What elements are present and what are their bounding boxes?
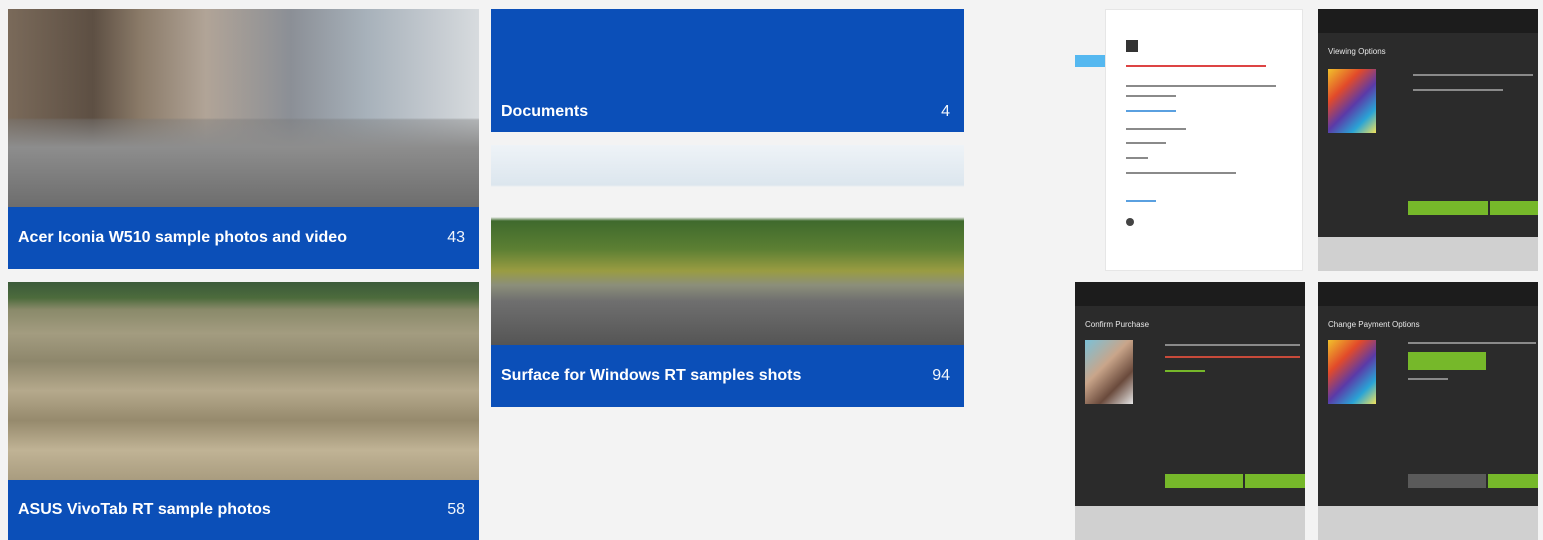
plaza-photo xyxy=(491,145,964,345)
green-button[interactable] xyxy=(1245,474,1305,488)
tile-count: 58 xyxy=(447,501,465,518)
app-bar xyxy=(1318,9,1538,33)
tile-title: ASUS VivoTab RT sample photos xyxy=(18,501,271,518)
tile-title: Surface for Windows RT samples shots xyxy=(501,367,802,384)
tile-title: Documents xyxy=(501,103,589,120)
screen-title: Change Payment Options xyxy=(1328,320,1420,329)
green-button[interactable] xyxy=(1488,474,1538,488)
tile-count: 94 xyxy=(932,367,950,384)
avatar xyxy=(1126,40,1138,52)
text-line xyxy=(1126,172,1236,174)
tile-asus-vivotab[interactable]: ASUS VivoTab RT sample photos 58 xyxy=(8,282,479,540)
text-line xyxy=(1413,74,1533,76)
tile-acer-iconia[interactable]: Acer Iconia W510 sample photos and video… xyxy=(8,9,479,269)
bottom-strip xyxy=(1075,506,1305,540)
text-line xyxy=(1165,356,1300,358)
cover-art xyxy=(1085,340,1133,404)
bottom-strip xyxy=(1318,506,1538,540)
street-photo xyxy=(8,9,479,207)
text-line xyxy=(1408,378,1448,380)
field-photo xyxy=(8,282,479,480)
text-line xyxy=(1126,110,1176,112)
green-button[interactable] xyxy=(1490,201,1538,215)
screen-title: Confirm Purchase xyxy=(1085,320,1150,329)
tile-caption: Acer Iconia W510 sample photos and video… xyxy=(8,207,479,269)
app-bar xyxy=(1318,282,1538,306)
app-bar xyxy=(1075,282,1305,306)
screenshot-confirm-purchase[interactable]: Confirm Purchase xyxy=(1075,282,1305,540)
tile-surface-rt[interactable]: Surface for Windows RT samples shots 94 xyxy=(491,145,964,407)
tile-documents[interactable]: Documents 4 xyxy=(491,9,964,132)
tile-caption: Surface for Windows RT samples shots 94 xyxy=(491,345,964,407)
text-line xyxy=(1126,65,1266,67)
text-line xyxy=(1413,89,1503,91)
green-button[interactable] xyxy=(1408,201,1488,215)
pointer-marker xyxy=(1075,55,1105,67)
screenshot-account-form[interactable] xyxy=(1105,9,1303,271)
screen-title: Viewing Options xyxy=(1328,47,1386,56)
text-line xyxy=(1165,344,1300,346)
screenshot-viewing-options[interactable]: Viewing Options xyxy=(1318,9,1538,271)
grey-button[interactable] xyxy=(1408,474,1486,488)
tile-count: 4 xyxy=(941,103,950,120)
cover-art xyxy=(1328,340,1376,404)
text-line xyxy=(1408,342,1536,344)
tile-caption: ASUS VivoTab RT sample photos 58 xyxy=(8,480,479,540)
text-line xyxy=(1126,95,1176,97)
text-line xyxy=(1165,370,1205,372)
tile-caption: Documents 4 xyxy=(491,92,964,132)
text-line xyxy=(1126,85,1276,87)
cover-art xyxy=(1328,69,1376,133)
radio-icon xyxy=(1126,218,1134,226)
bottom-strip xyxy=(1318,237,1538,271)
tile-count: 43 xyxy=(447,229,465,246)
text-line xyxy=(1126,157,1148,159)
screenshot-change-payment[interactable]: Change Payment Options xyxy=(1318,282,1538,540)
text-line xyxy=(1126,200,1156,202)
tile-title: Acer Iconia W510 sample photos and video xyxy=(18,229,347,246)
text-line xyxy=(1126,142,1166,144)
green-button[interactable] xyxy=(1408,352,1486,370)
text-line xyxy=(1126,128,1186,130)
green-button[interactable] xyxy=(1165,474,1243,488)
